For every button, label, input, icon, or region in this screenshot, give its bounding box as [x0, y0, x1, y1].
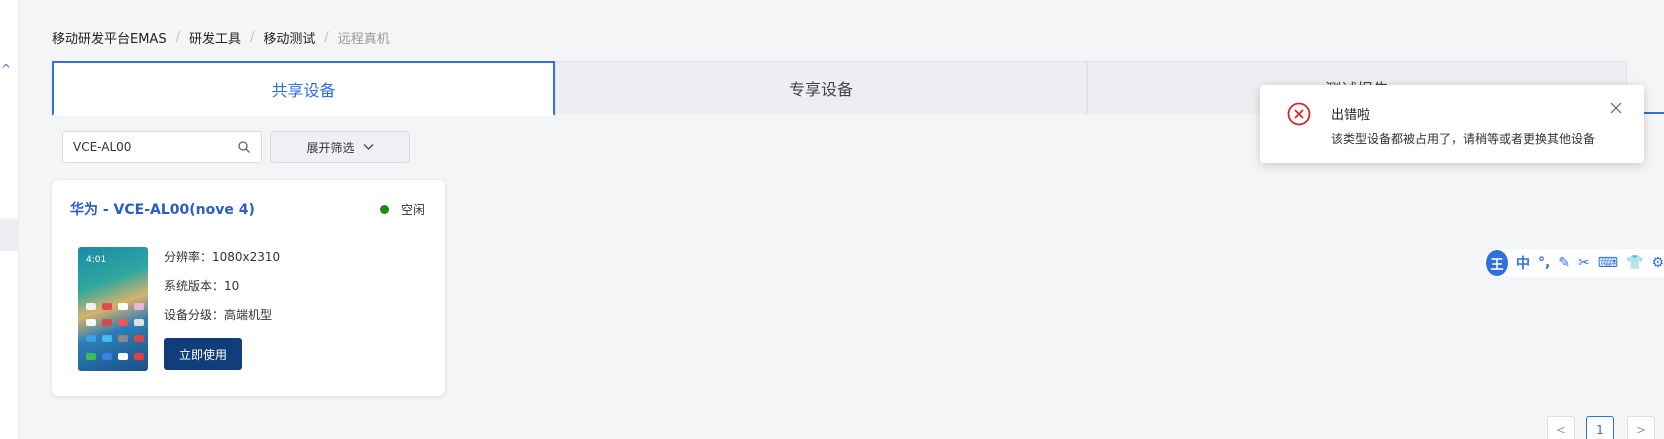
- app-icon: [134, 303, 144, 310]
- tab-shared-devices[interactable]: 共享设备: [52, 61, 555, 116]
- pagination-prev-button[interactable]: <: [1547, 416, 1575, 439]
- ime-chinese-mode-icon[interactable]: 中: [1516, 253, 1530, 273]
- tab-exclusive-devices[interactable]: 专享设备: [555, 61, 1087, 114]
- device-screenshot: 4:01: [78, 247, 148, 371]
- app-icon: [86, 303, 96, 310]
- app-icon: [134, 335, 144, 342]
- tab-label: 专享设备: [788, 80, 853, 99]
- device-status: 空闲: [379, 201, 425, 218]
- app-icon: [118, 353, 128, 360]
- app-icon: [102, 303, 112, 310]
- device-title[interactable]: 华为 - VCE-AL00(nove 4): [70, 199, 255, 219]
- left-sidebar: ^: [0, 0, 19, 439]
- phone-time: 4:01: [86, 255, 107, 265]
- app-icon: [102, 335, 112, 342]
- breadcrumb-item-dev-tools[interactable]: 研发工具: [189, 28, 241, 47]
- spec-device-tier: 设备分级：高端机型: [164, 308, 273, 322]
- toast-message: 该类型设备都被占用了，请稍等或者更换其他设备: [1331, 132, 1596, 146]
- use-now-button[interactable]: 立即使用: [164, 338, 242, 370]
- app-icon: [102, 319, 112, 326]
- ime-settings-icon[interactable]: ⚙: [1651, 255, 1664, 271]
- breadcrumb-separator: /: [324, 30, 329, 45]
- spec-os-version: 系统版本：10: [164, 279, 240, 293]
- pagination-page-1[interactable]: 1: [1586, 416, 1614, 439]
- status-label: 空闲: [400, 203, 425, 217]
- chevron-down-icon: [363, 144, 373, 150]
- spec-resolution: 分辨率：1080x2310: [164, 250, 281, 264]
- app-icon: [86, 319, 96, 326]
- ime-punctuation-icon[interactable]: °,: [1538, 255, 1550, 271]
- error-toast: 出错啦 该类型设备都被占用了，请稍等或者更换其他设备: [1260, 85, 1644, 163]
- chevron-up-icon[interactable]: ^: [1, 62, 11, 76]
- breadcrumb-item-remote-device: 远程真机: [337, 32, 390, 47]
- app-icon: [134, 319, 144, 326]
- ime-scissors-icon[interactable]: ✂: [1578, 255, 1590, 271]
- app-icon: [118, 335, 128, 342]
- expand-filter-button[interactable]: 展开筛选: [270, 131, 410, 163]
- breadcrumb-item-emas[interactable]: 移动研发平台EMAS: [52, 28, 167, 47]
- breadcrumb: 移动研发平台EMAS / 研发工具 / 移动测试 / 远程真机: [52, 28, 390, 47]
- pagination-next-button[interactable]: >: [1627, 416, 1655, 439]
- ime-keyboard-icon[interactable]: ⌨: [1598, 255, 1618, 271]
- ime-handwriting-icon[interactable]: ✎: [1558, 255, 1570, 271]
- toast-title: 出错啦: [1331, 108, 1371, 123]
- app-icon: [102, 353, 112, 360]
- ime-toolbar: 王 中 °, ✎ ✂ ⌨ 👕 ⚙: [1484, 249, 1664, 277]
- ime-logo[interactable]: 王: [1486, 250, 1508, 276]
- breadcrumb-separator: /: [249, 30, 255, 45]
- error-circle-icon: [1287, 102, 1311, 126]
- app-icon: [118, 303, 128, 310]
- breadcrumb-item-mobile-test[interactable]: 移动测试: [263, 28, 315, 47]
- close-icon[interactable]: [1610, 102, 1622, 114]
- device-card: 华为 - VCE-AL00(nove 4) 空闲 4:01 分辨率：1080x2…: [52, 180, 445, 396]
- search-input-value: VCE-AL00: [73, 140, 132, 154]
- sidebar-selected-item[interactable]: [0, 219, 19, 251]
- ime-skin-icon[interactable]: 👕: [1626, 255, 1643, 271]
- app-icon: [118, 319, 128, 326]
- status-dot: [379, 205, 389, 214]
- filter-label: 展开筛选: [306, 140, 355, 155]
- app-icon: [134, 353, 144, 360]
- app-icon: [86, 335, 96, 342]
- search-input[interactable]: VCE-AL00: [62, 131, 262, 163]
- tab-label: 共享设备: [271, 80, 336, 100]
- app-icon: [86, 353, 96, 360]
- breadcrumb-separator: /: [175, 30, 180, 45]
- search-icon[interactable]: [237, 140, 251, 154]
